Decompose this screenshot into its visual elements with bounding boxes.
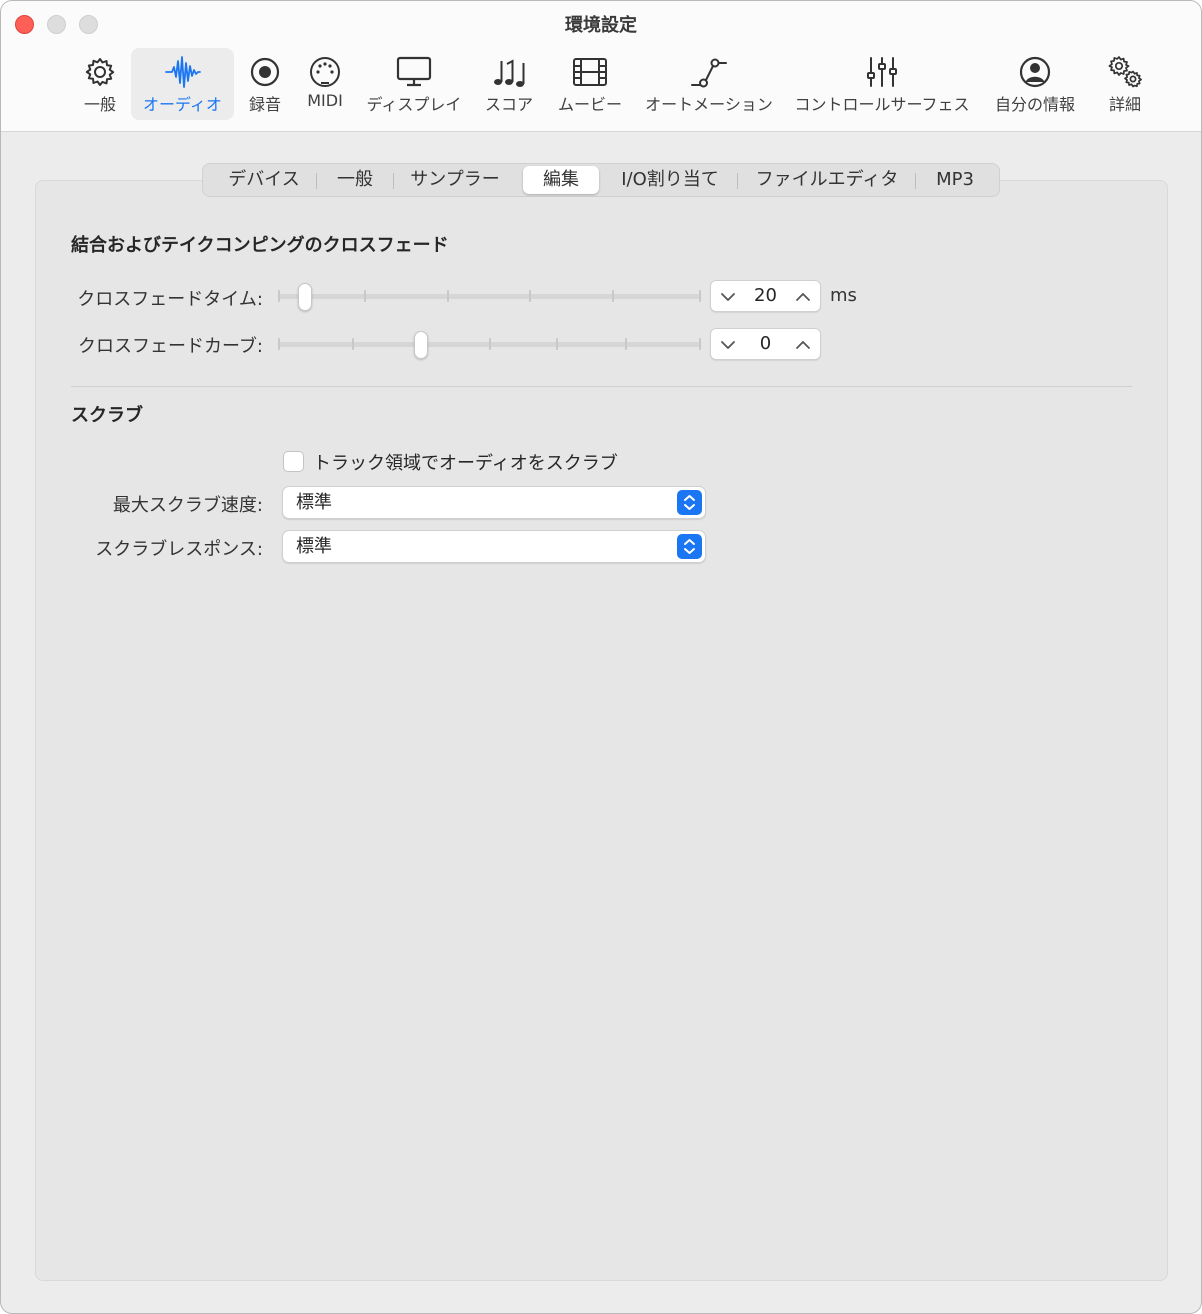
scrub-response-value: 標準 bbox=[296, 536, 332, 557]
toolbar-item-automation[interactable]: オートメーション bbox=[639, 48, 779, 120]
toolbar-item-recording[interactable]: 録音 bbox=[237, 48, 293, 120]
toolbar-item-audio[interactable]: オーディオ bbox=[131, 48, 234, 120]
toolbar-item-my-info[interactable]: 自分の情報 bbox=[985, 48, 1085, 120]
slider-tick bbox=[278, 290, 280, 302]
toolbar-item-midi[interactable]: MIDI bbox=[297, 48, 353, 120]
slider-knob[interactable] bbox=[414, 331, 428, 359]
scrub-section-title: スクラブ bbox=[71, 405, 143, 426]
faders-icon bbox=[864, 55, 900, 89]
crossfade-time-stepper[interactable]: 20 bbox=[710, 280, 821, 312]
crossfade-curve-label: クロスフェードカーブ: bbox=[78, 336, 263, 357]
slider-tick bbox=[364, 290, 366, 302]
scrub-response-label: スクラブレスポンス: bbox=[95, 539, 263, 560]
toolbar-item-advanced[interactable]: 詳細 bbox=[1095, 48, 1155, 120]
tab-divider bbox=[316, 173, 317, 189]
tab-io-assignments[interactable]: I/O割り当て bbox=[605, 166, 735, 194]
toolbar-item-control-surfaces[interactable]: コントロールサーフェス bbox=[789, 48, 975, 120]
titlebar: 環境設定 一般 オーディオ 録音 MIDI ディスプレイ スコア ムービー オー… bbox=[1, 1, 1201, 132]
slider-tick bbox=[625, 338, 627, 350]
slider-tick bbox=[352, 338, 354, 350]
tab-devices[interactable]: デバイス bbox=[213, 166, 315, 194]
record-icon bbox=[247, 55, 283, 89]
crossfade-section-title: 結合およびテイクコンピングのクロスフェード bbox=[71, 235, 449, 256]
slider-tick bbox=[447, 290, 449, 302]
slider-tick bbox=[612, 290, 614, 302]
midi-connector-icon bbox=[307, 55, 343, 89]
tab-sampler[interactable]: サンプラー bbox=[397, 166, 513, 194]
crossfade-curve-value[interactable]: 0 bbox=[739, 329, 792, 359]
tab-divider bbox=[393, 173, 394, 189]
slider-tick bbox=[278, 338, 280, 350]
gear-icon bbox=[82, 55, 118, 89]
tab-editing[interactable]: 編集 bbox=[523, 166, 599, 194]
section-divider bbox=[71, 386, 1132, 387]
toolbar-item-score[interactable]: スコア bbox=[477, 48, 541, 120]
crossfade-time-unit: ms bbox=[830, 285, 857, 306]
chevron-up-icon[interactable] bbox=[794, 336, 812, 354]
max-scrub-speed-label: 最大スクラブ速度: bbox=[112, 495, 263, 516]
slider-tick bbox=[699, 338, 701, 350]
chevron-down-icon[interactable] bbox=[719, 336, 737, 354]
crossfade-time-slider[interactable] bbox=[278, 283, 701, 311]
scrub-audio-checkbox-label[interactable]: トラック領域でオーディオをスクラブ bbox=[313, 449, 618, 475]
scrub-audio-checkbox[interactable] bbox=[283, 451, 304, 472]
slider-knob[interactable] bbox=[298, 283, 312, 311]
music-notes-icon bbox=[491, 55, 527, 89]
slider-track bbox=[278, 294, 701, 299]
chevron-up-icon[interactable] bbox=[794, 288, 812, 306]
window-title: 環境設定 bbox=[565, 15, 637, 36]
toolbar-item-display[interactable]: ディスプレイ bbox=[361, 48, 467, 120]
slider-tick bbox=[699, 290, 701, 302]
up-down-arrows-icon bbox=[677, 534, 702, 559]
tab-bar: デバイス 一般 サンプラー 編集 I/O割り当て ファイルエディタ MP3 bbox=[202, 163, 1000, 197]
tab-general[interactable]: 一般 bbox=[319, 166, 391, 194]
toolbar-item-movie[interactable]: ムービー bbox=[551, 48, 629, 120]
person-icon bbox=[1017, 55, 1053, 89]
up-down-arrows-icon bbox=[677, 490, 702, 515]
crossfade-time-value[interactable]: 20 bbox=[739, 281, 792, 311]
max-scrub-speed-value: 標準 bbox=[296, 492, 332, 513]
preferences-window: 環境設定 一般 オーディオ 録音 MIDI ディスプレイ スコア ムービー オー… bbox=[0, 0, 1202, 1314]
max-scrub-speed-popup[interactable]: 標準 bbox=[282, 486, 706, 519]
automation-icon bbox=[691, 55, 727, 89]
scrub-response-popup[interactable]: 標準 bbox=[282, 530, 706, 563]
slider-tick bbox=[556, 338, 558, 350]
tab-mp3[interactable]: MP3 bbox=[919, 166, 991, 194]
tab-divider bbox=[915, 173, 916, 189]
slider-tick bbox=[529, 290, 531, 302]
tab-file-editor[interactable]: ファイルエディタ bbox=[741, 166, 913, 194]
tab-divider bbox=[737, 173, 738, 189]
crossfade-curve-slider[interactable] bbox=[278, 331, 701, 359]
chevron-down-icon[interactable] bbox=[719, 288, 737, 306]
slider-tick bbox=[489, 338, 491, 350]
film-icon bbox=[572, 55, 608, 89]
gears-icon bbox=[1107, 55, 1143, 89]
crossfade-time-label: クロスフェードタイム: bbox=[77, 289, 263, 310]
crossfade-curve-stepper[interactable]: 0 bbox=[710, 328, 821, 360]
waveform-icon bbox=[164, 55, 201, 89]
toolbar-item-general[interactable]: 一般 bbox=[67, 48, 133, 120]
monitor-icon bbox=[396, 55, 432, 89]
